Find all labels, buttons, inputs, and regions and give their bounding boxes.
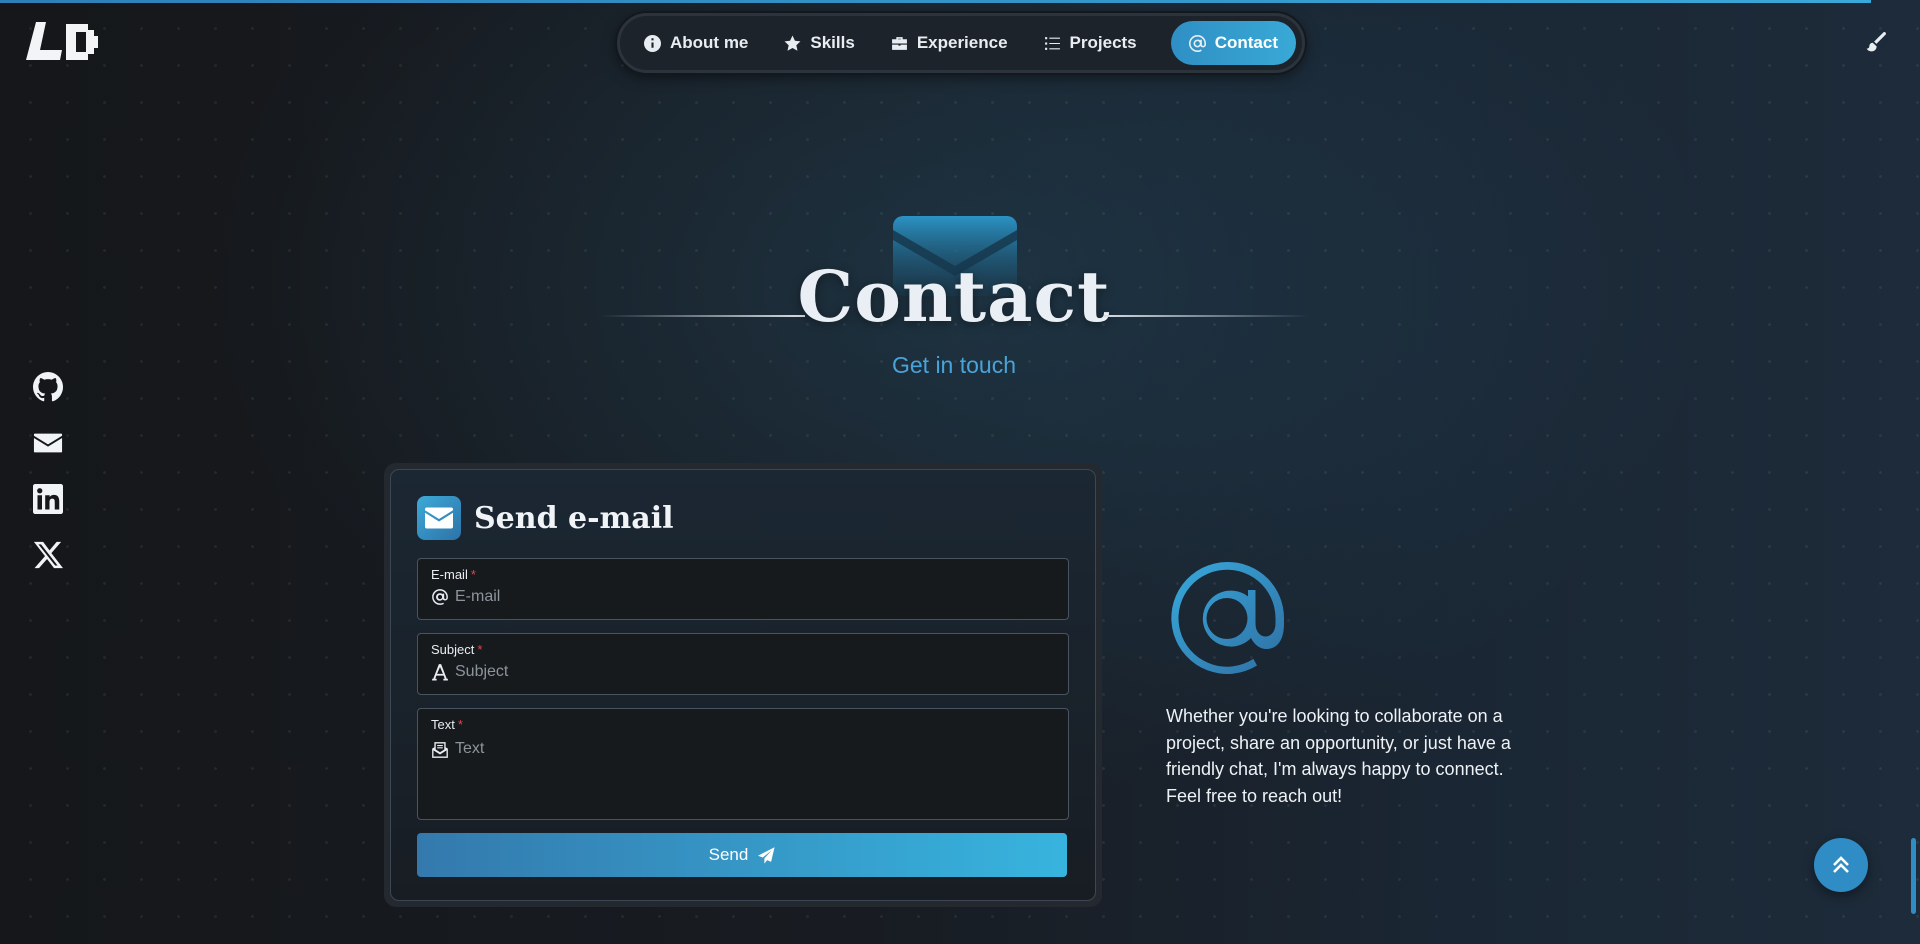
required-mark: * <box>457 717 463 732</box>
form-header: Send e-mail <box>417 496 1069 540</box>
scroll-to-top-button[interactable] <box>1814 838 1868 892</box>
form-envelope-badge <box>417 496 461 540</box>
paper-plane-icon <box>758 846 775 864</box>
double-chevron-up-icon <box>1833 856 1849 873</box>
required-mark: * <box>470 567 476 582</box>
linkedin-link[interactable] <box>33 484 63 514</box>
github-icon <box>33 372 63 402</box>
briefcase-icon <box>891 36 907 50</box>
send-button-label: Send <box>708 845 749 864</box>
nav-skills[interactable]: Skills <box>766 21 872 65</box>
linkedin-icon <box>33 484 63 514</box>
subject-input[interactable] <box>455 663 1055 681</box>
envelope-icon <box>425 507 453 529</box>
contact-blurb: Whether you're looking to collaborate on… <box>1166 706 1511 806</box>
form-title: Send e-mail <box>474 500 674 536</box>
x-twitter-link[interactable] <box>33 540 63 570</box>
large-at-sign-icon <box>1171 561 1284 674</box>
social-links <box>33 372 63 570</box>
ld-logo-icon <box>26 22 98 60</box>
email-label-text: E-mail <box>431 567 468 582</box>
nav-projects[interactable]: Projects <box>1026 21 1155 65</box>
contact-section-header: Contact Get in touch <box>600 212 1308 392</box>
subject-field-group: Subject * <box>417 633 1069 695</box>
email-form-container: Send e-mail E-mail* Subject* Text* <box>384 463 1102 907</box>
subject-label-text: Subject <box>431 642 475 657</box>
nav-experience-label: Experience <box>916 33 1008 52</box>
nav-projects-label: Projects <box>1069 33 1137 52</box>
text-field-label: Text * <box>431 717 1055 732</box>
at-icon <box>1188 34 1206 52</box>
scroll-progress-bar <box>0 0 1871 3</box>
text-input[interactable] <box>455 740 1055 800</box>
required-mark: * <box>477 642 483 657</box>
nav-experience[interactable]: Experience <box>873 21 1026 65</box>
envelope-open-text-icon <box>432 742 448 758</box>
github-link[interactable] <box>33 372 63 402</box>
email-field-label: E-mail * <box>431 567 1055 582</box>
list-icon <box>1044 36 1060 50</box>
envelope-icon <box>33 433 63 453</box>
font-letter-icon <box>432 664 448 681</box>
x-twitter-icon <box>33 541 63 569</box>
star-icon <box>784 35 801 51</box>
title-divider-right <box>1104 315 1308 317</box>
section-title: Contact <box>797 255 1111 338</box>
page-scrollbar[interactable] <box>1908 70 1920 944</box>
nav-about-me[interactable]: About me <box>626 21 766 65</box>
subject-field-label: Subject * <box>431 642 1055 657</box>
nav-skills-label: Skills <box>810 33 855 52</box>
email-field-group: E-mail * <box>417 558 1069 620</box>
scrollbar-thumb[interactable] <box>1911 838 1916 914</box>
site-logo[interactable] <box>26 22 98 60</box>
section-subtitle: Get in touch <box>891 352 1017 378</box>
text-field-group: Text * <box>417 708 1069 820</box>
email-input[interactable] <box>455 588 1055 606</box>
send-button[interactable]: Send <box>417 833 1067 877</box>
paintbrush-icon <box>1866 32 1886 52</box>
main-nav: About me Skills Experience Projects Cont… <box>617 13 1305 73</box>
nav-contact[interactable]: Contact <box>1170 21 1296 65</box>
info-circle-icon <box>644 34 661 52</box>
email-form: Send e-mail E-mail* Subject* Text* <box>390 469 1096 901</box>
email-link[interactable] <box>33 428 63 458</box>
at-icon <box>432 589 448 605</box>
nav-contact-label: Contact <box>1214 33 1278 52</box>
theme-toggle-button[interactable] <box>1865 32 1887 54</box>
nav-about-me-label: About me <box>670 33 749 52</box>
text-label-text: Text <box>431 717 455 732</box>
